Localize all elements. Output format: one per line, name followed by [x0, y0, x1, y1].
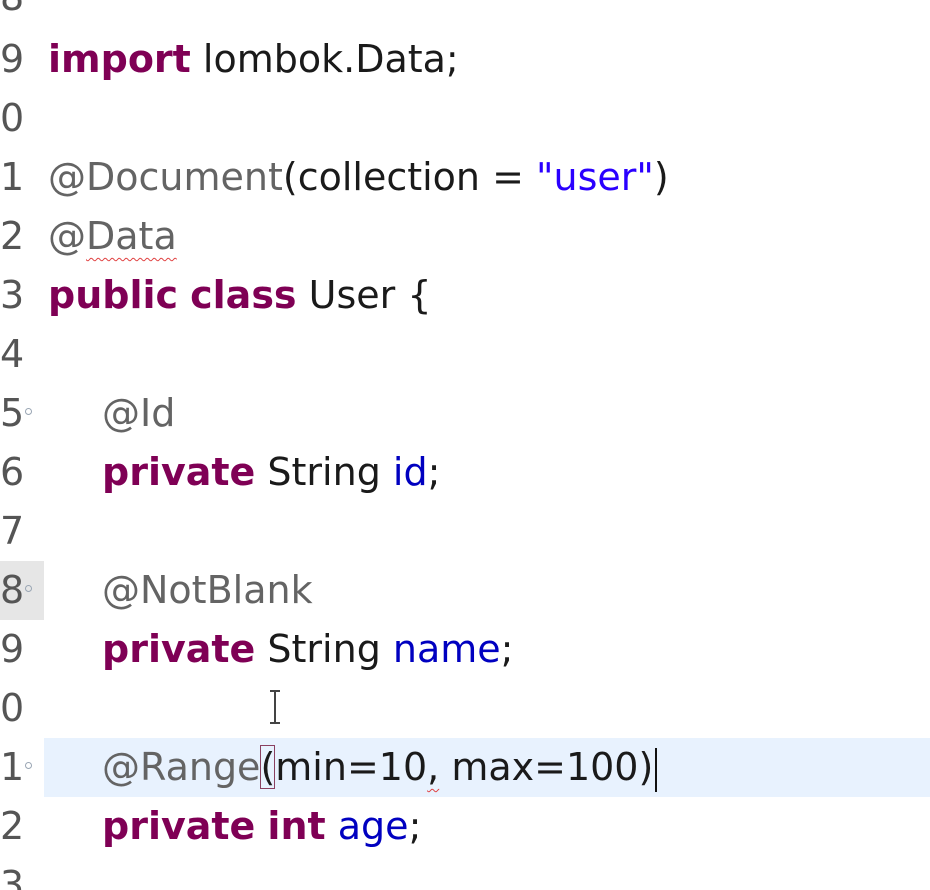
matching-bracket: (	[260, 745, 276, 789]
code-line: 5 @Id	[0, 384, 930, 443]
code-line: 1 @Document(collection = "user")	[0, 148, 930, 207]
class-name: User {	[296, 273, 432, 317]
code-line: 2 @Data	[0, 207, 930, 266]
line-number-gutter: 8	[0, 561, 44, 620]
line-number: 0	[0, 96, 25, 140]
line-number: 9	[0, 627, 25, 671]
line-number-gutter: 9	[0, 620, 44, 679]
line-number-gutter: 2	[0, 797, 44, 856]
code-text[interactable]: private int age;	[102, 797, 421, 856]
line-number: 1	[0, 745, 25, 789]
line-number-gutter: 0	[0, 89, 44, 148]
code-text[interactable]: @NotBlank	[102, 561, 313, 620]
annotation-args: min=10	[275, 745, 428, 789]
code-text[interactable]: @Data	[48, 207, 177, 266]
annotation-document: @Document	[48, 155, 283, 199]
field-name: age	[337, 804, 409, 848]
code-line: 8	[0, 0, 930, 27]
line-number: 3	[0, 863, 25, 890]
keyword-public: public	[48, 273, 179, 317]
line-number-gutter: 8	[0, 0, 44, 27]
line-number: 7	[0, 509, 25, 553]
line-number-gutter: 1	[0, 738, 44, 797]
fold-toggle-icon[interactable]	[25, 762, 32, 769]
line-number: 8	[0, 568, 25, 612]
line-number: 2	[0, 214, 25, 258]
line-number: 6	[0, 450, 25, 494]
line-number-gutter: 4	[0, 325, 44, 384]
code-line: 0	[0, 89, 930, 148]
fold-toggle-icon[interactable]	[25, 408, 32, 415]
mouse-ibeam-cursor-icon	[268, 690, 282, 724]
annotation-id: @Id	[102, 391, 176, 435]
code-text[interactable]: @Id	[102, 384, 175, 443]
code-text[interactable]: import lombok.Data;	[48, 30, 459, 89]
type-name: String	[255, 627, 393, 671]
line-number: 2	[0, 804, 25, 848]
semicolon: ;	[427, 450, 441, 494]
line-number-gutter: 5	[0, 384, 44, 443]
annotation-range: @Range	[102, 745, 261, 789]
line-number-gutter: 3	[0, 856, 44, 890]
fold-toggle-icon[interactable]	[25, 585, 32, 592]
annotation-args: (collection =	[282, 155, 537, 199]
code-line: 6 private String id;	[0, 443, 930, 502]
code-line: 8 @NotBlank	[0, 561, 930, 620]
current-code-line: 1 @Range(min=10, max=100)	[0, 738, 930, 797]
keyword-import: import	[48, 37, 191, 81]
text-caret	[655, 747, 658, 792]
code-line: 3 public class User {	[0, 266, 930, 325]
code-line: 2 private int age;	[0, 797, 930, 856]
code-text[interactable]: @Document(collection = "user")	[48, 148, 669, 207]
code-line: 0	[0, 679, 930, 738]
closing-paren: )	[653, 155, 669, 199]
code-editor[interactable]: 8 9 import lombok.Data; 0 1 @Document(co…	[0, 0, 930, 890]
line-number: 4	[0, 332, 25, 376]
line-number-gutter: 7	[0, 502, 44, 561]
semicolon: ;	[408, 804, 422, 848]
field-name: name	[392, 627, 501, 671]
comma-warning: ,	[427, 745, 440, 789]
line-number-gutter: 6	[0, 443, 44, 502]
code-text[interactable]: @Range(min=10, max=100)	[102, 738, 658, 797]
field-name: id	[392, 450, 428, 494]
code-line: 3	[0, 856, 930, 890]
code-line: 4	[0, 325, 930, 384]
annotation-args: max=100)	[439, 745, 654, 789]
import-path: lombok.Data;	[190, 37, 459, 81]
line-number: 8	[0, 0, 24, 27]
line-number: 3	[0, 273, 25, 317]
line-number: 0	[0, 686, 25, 730]
line-number: 9	[0, 37, 25, 81]
line-number-gutter: 3	[0, 266, 44, 325]
code-line: 7	[0, 502, 930, 561]
code-line: 9 import lombok.Data;	[0, 30, 930, 89]
keyword-class: class	[190, 273, 297, 317]
line-number: 5	[0, 391, 25, 435]
line-number-gutter: 9	[0, 30, 44, 89]
line-number: 1	[0, 155, 25, 199]
annotation-at-sign: @	[48, 214, 86, 258]
keyword-private: private	[102, 804, 256, 848]
code-text[interactable]: private String id;	[102, 443, 440, 502]
keyword-private: private	[102, 627, 256, 671]
line-number-gutter: 1	[0, 148, 44, 207]
line-number-gutter: 2	[0, 207, 44, 266]
string-literal: "user"	[536, 155, 654, 199]
annotation-data-warning: Data	[86, 214, 177, 258]
semicolon: ;	[500, 627, 514, 671]
keyword-int: int	[267, 804, 326, 848]
code-line: 9 private String name;	[0, 620, 930, 679]
code-text[interactable]: private String name;	[102, 620, 513, 679]
keyword-private: private	[102, 450, 256, 494]
line-number-gutter: 0	[0, 679, 44, 738]
type-name: String	[255, 450, 393, 494]
annotation-notblank: @NotBlank	[102, 568, 313, 612]
code-text[interactable]: public class User {	[48, 266, 432, 325]
